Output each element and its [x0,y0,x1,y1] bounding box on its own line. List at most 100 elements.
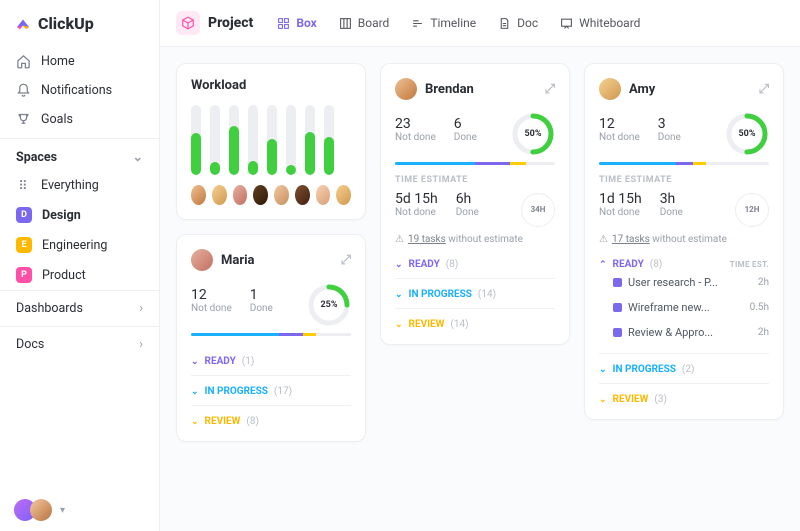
avatar [233,185,248,205]
view-tab-board[interactable]: Board [329,10,400,36]
status-count: (14) [478,289,496,300]
view-tab-doc[interactable]: Doc [488,10,548,36]
status-count: (8) [650,259,663,270]
done-label: Done [250,303,273,314]
user-switcher[interactable]: ▾ [0,489,159,531]
task-status-icon [613,303,622,312]
view-tab-whiteboard[interactable]: Whiteboard [550,10,650,36]
avatar [212,185,227,205]
status-review[interactable]: ⌄REVIEW(14) [395,308,555,330]
done-label: Done [454,132,477,143]
chevron-icon: ⌄ [599,395,607,405]
main: Project Box Board Timeline Doc Whiteboard Wo… [160,0,800,531]
nav-docs[interactable]: Docs › [0,326,159,362]
te-done: 3h [660,191,683,207]
workload-bar [286,105,296,175]
project-title: Project [208,15,253,31]
chevron-right-icon: › [139,301,143,316]
space-everything[interactable]: ⠿ Everything [0,171,159,200]
time-estimate-header: TIME ESTIMATE [599,175,769,185]
notdone-label: Not done [395,132,436,143]
progress-bar [599,162,769,165]
expand-icon[interactable]: ⤢ [545,82,555,97]
view-tab-timeline[interactable]: Timeline [401,10,486,36]
chevron-icon: ⌄ [191,417,199,427]
te-notdone: 1d 15h [599,191,642,207]
space-item-design[interactable]: DDesign [0,200,159,230]
column-2: Brendan⤢23Not done6Done50%TIME ESTIMATE5… [380,63,570,531]
space-everything-label: Everything [41,178,99,193]
view-tab-box[interactable]: Box [267,10,326,36]
nav-home[interactable]: Home [0,47,159,76]
space-item-product[interactable]: PProduct [0,260,159,290]
status-review[interactable]: ⌄REVIEW(3) [599,383,769,405]
avatar [191,249,213,271]
space-item-engineering[interactable]: EEngineering [0,230,159,260]
nav-goals-label: Goals [41,112,73,127]
brand-logo[interactable]: ClickUp [0,0,159,43]
notdone-label: Not done [191,303,232,314]
status-count: (8) [446,259,459,270]
status-ready[interactable]: ⌄ READY (1) [191,346,351,367]
task-name: User research - P... [628,276,752,289]
status-name: READY [409,259,440,270]
status-name: READY [613,259,644,270]
nav-home-label: Home [41,54,75,69]
time-est-header: TIME EST. [730,260,769,269]
column-3: Amy⤢12Not done3Done50%TIME ESTIMATE1d 15… [584,63,784,531]
warning-text: without estimate [650,234,727,245]
status-name: IN PROGRESS [613,364,676,375]
task-row[interactable]: Wireframe new...0.5h [599,295,769,320]
project-chip[interactable]: Project [176,11,253,35]
workload-card: Workload [176,63,366,220]
nav-dashboards[interactable]: Dashboards › [0,290,159,326]
avatar [599,78,621,100]
task-row[interactable]: Review & Appro...2h [599,320,769,345]
trophy-icon [16,112,31,127]
nav-dashboards-label: Dashboards [16,301,83,316]
view-tab-label: Board [358,16,390,30]
view-tab-label: Doc [517,16,538,30]
chevron-icon: ⌄ [599,365,607,375]
status-name: IN PROGRESS [409,289,472,300]
spaces-header[interactable]: Spaces ⌄ [0,138,159,171]
status-name: READY [205,356,236,367]
done-count: 6 [454,116,477,132]
warning-link[interactable]: 19 tasks [408,234,446,245]
status-count: (8) [246,416,259,427]
progress-ring: 50% [725,112,769,156]
view-tab-label: Timeline [430,16,476,30]
avatar [191,185,206,205]
done-label: Done [658,132,681,143]
person-name: Maria [221,253,255,268]
primary-nav: Home Notifications Goals [0,43,159,138]
status-in-progress[interactable]: ⌄IN PROGRESS(17) [191,375,351,397]
progress-bar [191,333,351,336]
avatar [395,78,417,100]
status-count: (1) [242,356,255,367]
chevron-icon: ⌄ [191,357,199,367]
nav-notifications[interactable]: Notifications [0,76,159,105]
status-review[interactable]: ⌄REVIEW(8) [191,405,351,427]
status-ready[interactable]: ⌄READY(8) [395,249,555,270]
person-card: Brendan⤢23Not done6Done50%TIME ESTIMATE5… [380,63,570,345]
grid-icon: ⠿ [16,178,31,193]
space-label: Engineering [42,238,107,253]
task-row[interactable]: User research - P...2h [599,270,769,295]
stats: 23Not done 6Done [395,116,477,143]
status-ready[interactable]: ⌃READY(8)TIME EST. [599,249,769,270]
warning-link[interactable]: 17 tasks [612,234,650,245]
space-badge: D [16,207,32,223]
chevron-down-icon: ▾ [60,505,65,516]
cube-icon [176,11,200,35]
status-in-progress[interactable]: ⌄IN PROGRESS(2) [599,353,769,375]
status-name: REVIEW [409,319,445,330]
status-count: (17) [274,386,292,397]
progress-ring-label: 50% [739,129,756,139]
expand-icon[interactable]: ⤢ [759,82,769,97]
notdone-count: 23 [395,116,436,132]
nav-goals[interactable]: Goals [0,105,159,134]
person-name: Amy [629,82,655,97]
status-in-progress[interactable]: ⌄IN PROGRESS(14) [395,278,555,300]
expand-icon[interactable]: ⤢ [341,253,351,268]
